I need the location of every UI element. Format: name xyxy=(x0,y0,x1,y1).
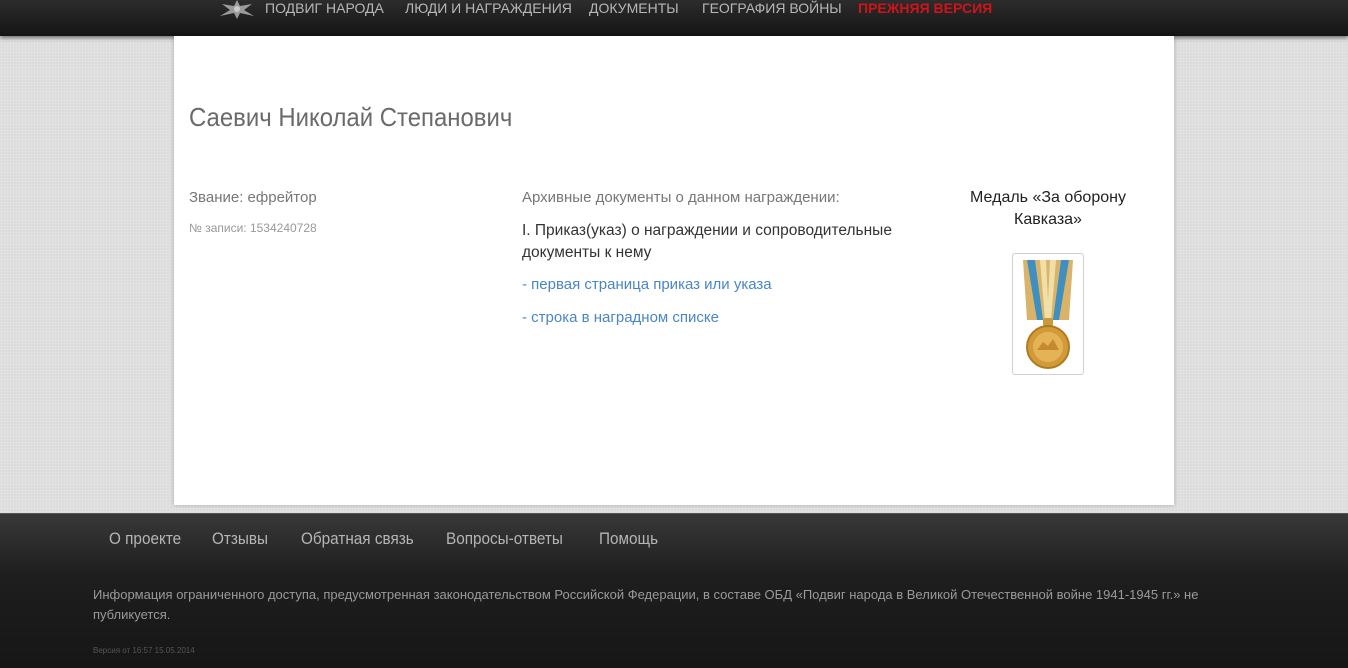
nav-item-people-and-awards[interactable]: ЛЮДИ И НАГРАЖДЕНИЯ xyxy=(405,0,572,18)
nav-item-legacy-version[interactable]: ПРЕЖНЯЯ ВЕРСИЯ xyxy=(858,0,992,18)
order-section-title: I. Приказ(указ) о награждении и сопровод… xyxy=(522,222,892,261)
nav-item-documents[interactable]: ДОКУМЕНТЫ xyxy=(589,0,679,18)
rank-label: Звание: ефрейтор xyxy=(189,189,317,206)
award-title: Медаль «За оборону Кавказа» xyxy=(970,189,1126,228)
record-number: № записи: 1534240728 xyxy=(189,221,317,235)
first-page-order-link[interactable]: - первая страница приказ или указа xyxy=(522,276,772,293)
award-image[interactable] xyxy=(1012,253,1084,375)
page-title: Саевич Николай Степанович xyxy=(189,102,513,132)
restricted-info-notice: Информация ограниченного доступа, предус… xyxy=(93,587,1199,622)
footer-link-reviews[interactable]: Отзывы xyxy=(212,529,268,549)
footer-link-faq[interactable]: Вопросы-ответы xyxy=(446,529,563,549)
footer-link-feedback[interactable]: Обратная связь xyxy=(301,529,414,549)
main-content-panel: Саевич Николай Степанович Звание: ефрейт… xyxy=(174,36,1174,505)
eagle-emblem-icon[interactable] xyxy=(218,0,256,20)
footer-link-help[interactable]: Помощь xyxy=(599,529,658,549)
footer: О проекте Отзывы Обратная связь Вопросы-… xyxy=(0,513,1348,668)
nav-item-feat-of-people[interactable]: ПОДВИГ НАРОДА xyxy=(265,0,384,18)
medal-icon xyxy=(1023,260,1073,369)
version-label: Версия от 16:57 15.05.2014 xyxy=(93,646,195,655)
nav-item-war-geography[interactable]: ГЕОГРАФИЯ ВОЙНЫ xyxy=(702,0,842,18)
footer-link-about[interactable]: О проекте xyxy=(109,529,181,549)
top-navigation-bar: ПОДВИГ НАРОДА ЛЮДИ И НАГРАЖДЕНИЯ ДОКУМЕН… xyxy=(0,0,1348,36)
archive-documents-heading: Архивные документы о данном награждении: xyxy=(522,189,840,206)
award-list-line-link[interactable]: - строка в наградном списке xyxy=(522,309,719,326)
